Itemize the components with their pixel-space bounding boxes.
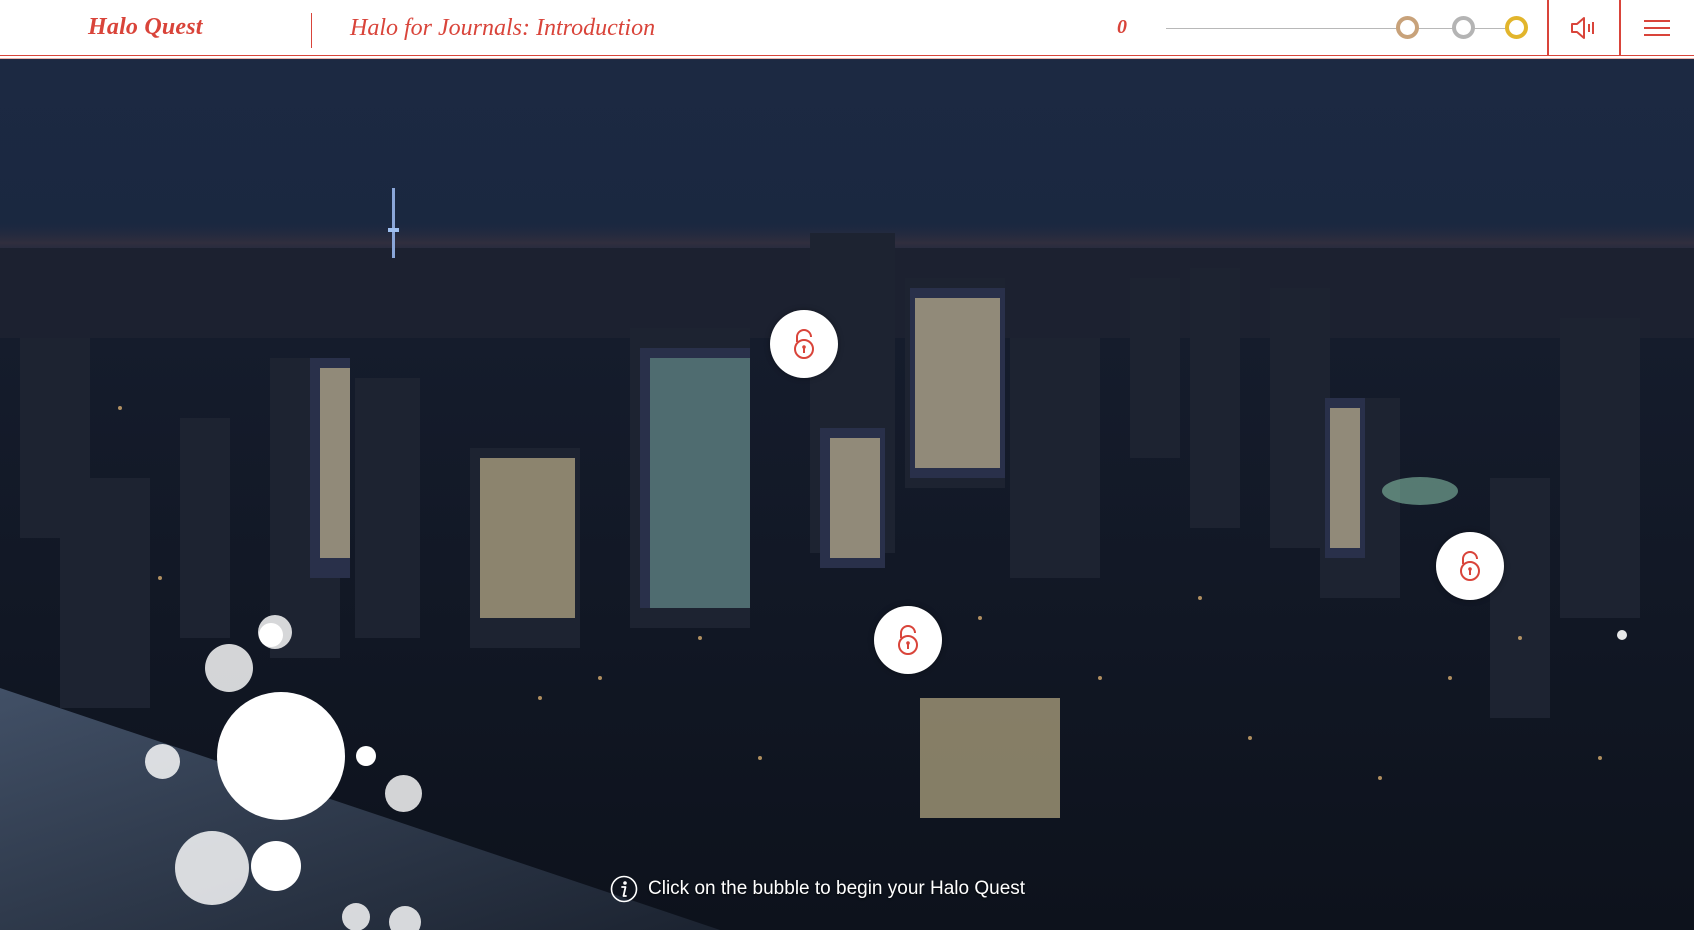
brand-title: Halo Quest — [88, 14, 203, 40]
score-counter: 0 — [1117, 16, 1127, 38]
instruction-hint: Click on the bubble to begin your Halo Q… — [610, 875, 1025, 903]
decorative-bubble — [389, 906, 421, 930]
sound-toggle-button[interactable] — [1549, 0, 1619, 56]
module-title: Halo for Journals: Introduction — [350, 15, 656, 41]
header-divider — [1619, 0, 1621, 56]
gold-ring-icon — [1505, 16, 1528, 39]
locked-topic-bubble[interactable] — [874, 606, 942, 674]
padlock-icon — [1460, 551, 1480, 581]
instruction-text: Click on the bubble to begin your Halo Q… — [648, 878, 1026, 899]
bronze-ring-icon — [1396, 16, 1419, 39]
top-bar: Halo Quest Halo for Journals: Introducti… — [0, 0, 1694, 56]
header-divider — [311, 13, 312, 48]
padlock-icon — [898, 625, 918, 655]
info-icon — [610, 875, 638, 903]
decorative-bubble — [175, 831, 249, 905]
decorative-bubble — [385, 775, 422, 812]
decorative-bubble — [251, 841, 301, 891]
city-scene — [0, 58, 1694, 930]
hamburger-menu-icon — [1644, 20, 1670, 36]
decorative-bubble — [145, 744, 180, 779]
menu-button[interactable] — [1622, 0, 1692, 56]
silver-ring-icon — [1452, 16, 1475, 39]
decorative-bubble — [259, 623, 283, 647]
page: Halo Quest Halo for Journals: Introducti… — [0, 0, 1694, 930]
decorative-bubble — [205, 644, 253, 692]
decorative-bubble — [356, 746, 376, 766]
speaker-icon — [1571, 17, 1594, 39]
padlock-icon — [794, 329, 814, 359]
decorative-bubble — [342, 903, 370, 930]
start-bubble[interactable] — [217, 692, 345, 820]
locked-topic-bubble[interactable] — [1436, 532, 1504, 600]
locked-topic-bubble[interactable] — [770, 310, 838, 378]
